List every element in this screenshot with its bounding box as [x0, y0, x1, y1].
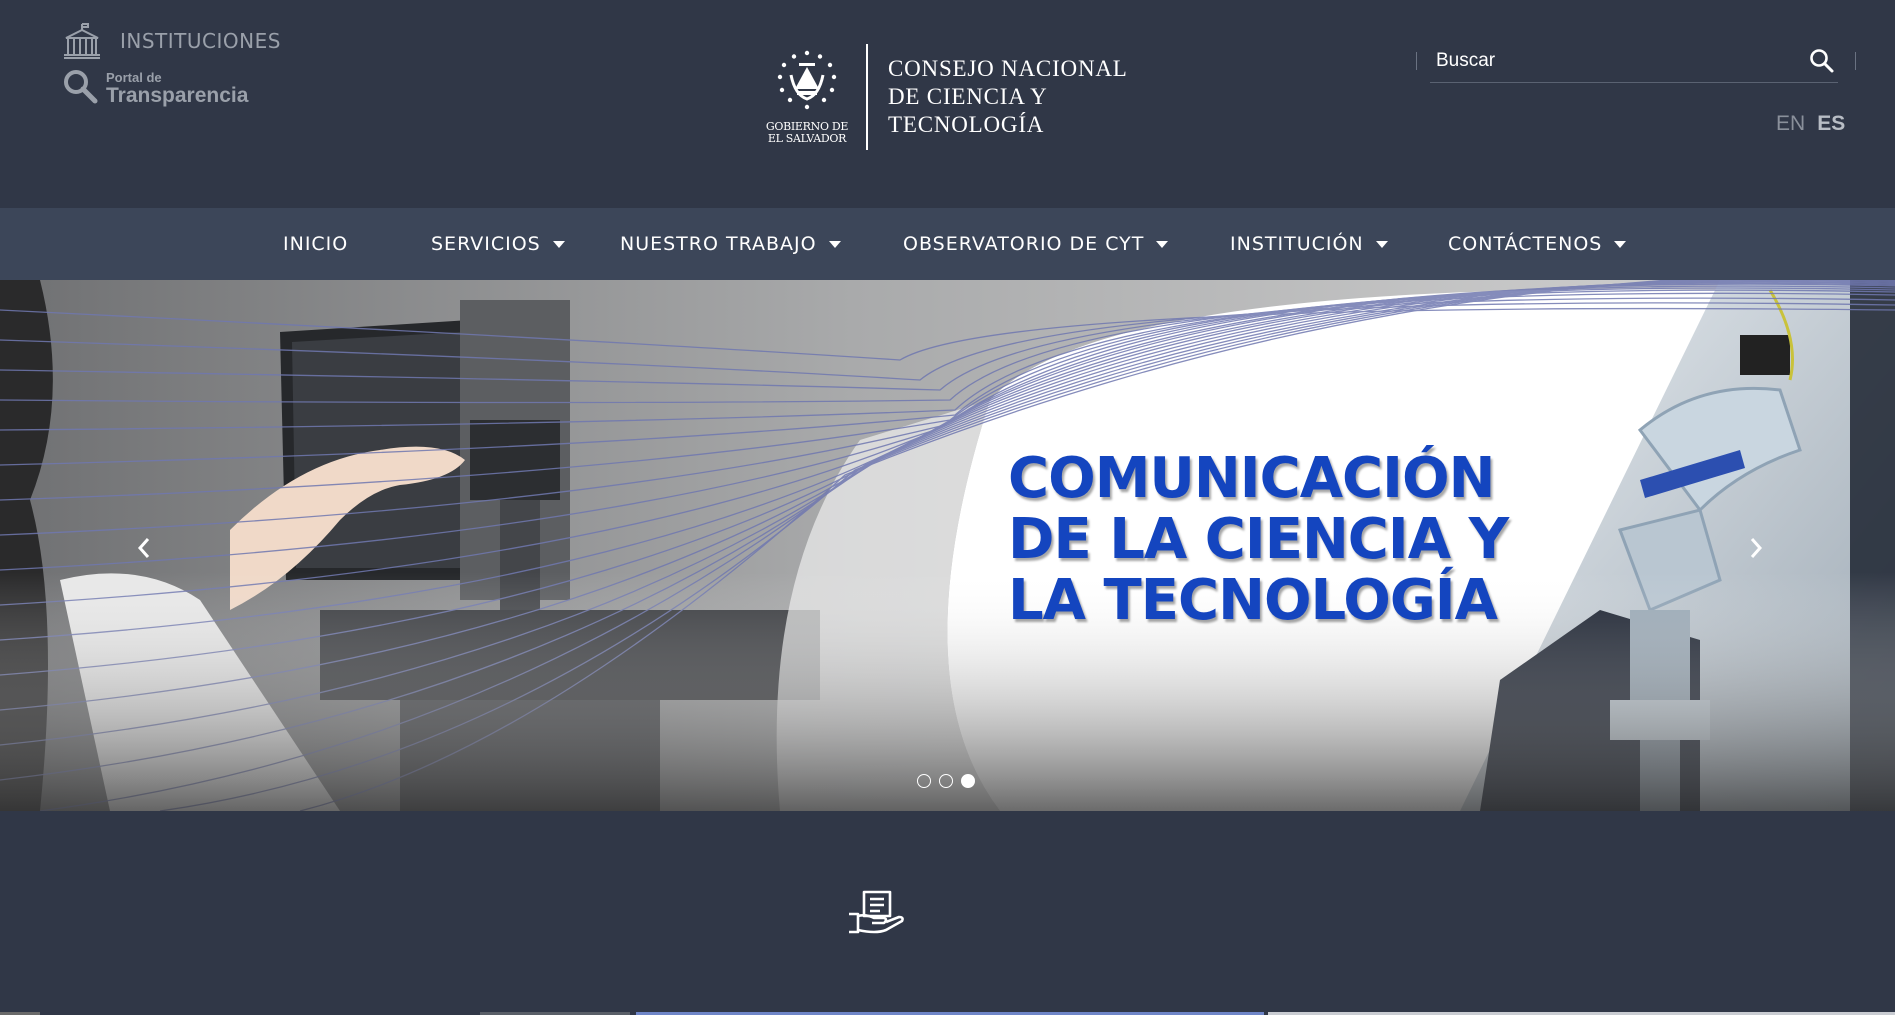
carousel-next-button[interactable] — [1736, 530, 1776, 570]
slide-headline-line3: LA TECNOLOGÍA — [1008, 568, 1498, 633]
organization-name-line1: CONSEJO NACIONAL — [888, 56, 1128, 81]
nav-item-nuestro-trabajo[interactable]: NUESTRO TRABAJO — [620, 208, 841, 280]
nav-item-label: INICIO — [283, 233, 349, 255]
caret-down-icon — [1375, 240, 1388, 248]
chevron-left-icon — [135, 536, 153, 564]
caret-down-icon — [828, 240, 841, 248]
nav-item-label: INSTITUCIÓN — [1230, 233, 1364, 255]
carousel-dot-3[interactable] — [961, 774, 975, 788]
header-left-links: INSTITUCIONES Portal de Transparencia — [62, 22, 281, 108]
language-en[interactable]: EN — [1776, 112, 1805, 136]
slide-headline-line2: DE LA CIENCIA Y — [1008, 507, 1509, 572]
organization-name-line2: DE CIENCIA Y — [888, 84, 1048, 109]
site-header: INSTITUCIONES Portal de Transparencia GO… — [0, 0, 1895, 208]
organization-name-line3: TECNOLOGÍA — [888, 112, 1045, 137]
transparency-portal-link[interactable]: Portal de Transparencia — [62, 68, 281, 108]
transparency-text: Portal de Transparencia — [106, 71, 248, 106]
site-logo[interactable]: GOBIERNO DE EL SALVADOR CONSEJO NACIONAL… — [762, 44, 1128, 150]
nav-item-contactenos[interactable]: CONTÁCTENOS — [1448, 208, 1627, 280]
carousel-prev-button[interactable] — [124, 530, 164, 570]
language-switcher: EN ES — [1776, 112, 1845, 136]
slide-headline-line1: COMUNICACIÓN — [1008, 446, 1495, 511]
nav-item-label: OBSERVATORIO DE CYT — [903, 233, 1145, 255]
transparency-big-label: Transparencia — [106, 83, 249, 107]
magnifier-icon — [62, 68, 98, 108]
hero-carousel: COMUNICACIÓN DE LA CIENCIA Y LA TECNOLOG… — [0, 280, 1895, 811]
instituciones-link[interactable]: INSTITUCIONES — [62, 22, 281, 60]
nav-item-label: CONTÁCTENOS — [1448, 233, 1603, 255]
building-icon — [62, 22, 102, 60]
chevron-right-icon — [1747, 536, 1765, 564]
nav-item-servicios[interactable]: SERVICIOS — [431, 208, 565, 280]
nav-item-label: NUESTRO TRABAJO — [620, 233, 817, 255]
seal-caption-line2: EL SALVADOR — [767, 132, 847, 145]
organization-name: CONSEJO NACIONAL DE CIENCIA Y TECNOLOGÍA — [888, 55, 1128, 139]
carousel-dot-1[interactable] — [917, 774, 931, 788]
slide-headline: COMUNICACIÓN DE LA CIENCIA Y LA TECNOLOG… — [1008, 448, 1648, 631]
search-input[interactable] — [1436, 48, 1786, 74]
nav-item-inicio[interactable]: INICIO — [283, 208, 348, 280]
language-es[interactable]: ES — [1817, 112, 1845, 136]
search-icon — [1808, 49, 1836, 79]
transparency-small-label: Portal de — [106, 69, 162, 85]
search-box — [1416, 40, 1856, 83]
instituciones-label: INSTITUCIONES — [120, 29, 281, 53]
nav-item-label: SERVICIOS — [431, 233, 541, 255]
search-button[interactable] — [1808, 47, 1838, 77]
carousel-indicators — [917, 774, 975, 788]
seal-caption: GOBIERNO DE EL SALVADOR — [766, 121, 849, 145]
nav-item-observatorio[interactable]: OBSERVATORIO DE CYT — [903, 208, 1169, 280]
logo-divider — [866, 44, 868, 150]
hand-document-icon — [846, 888, 906, 940]
caret-down-icon — [1156, 240, 1169, 248]
caret-down-icon — [1614, 240, 1627, 248]
services-section — [0, 811, 1895, 1015]
caret-down-icon — [552, 240, 565, 248]
government-seal: GOBIERNO DE EL SALVADOR — [762, 49, 852, 145]
nav-item-institucion[interactable]: INSTITUCIÓN — [1230, 208, 1388, 280]
main-navigation: INICIO SERVICIOS NUESTRO TRABAJO OBSERVA… — [0, 208, 1895, 280]
carousel-dot-2[interactable] — [939, 774, 953, 788]
coat-of-arms-icon — [775, 49, 839, 117]
